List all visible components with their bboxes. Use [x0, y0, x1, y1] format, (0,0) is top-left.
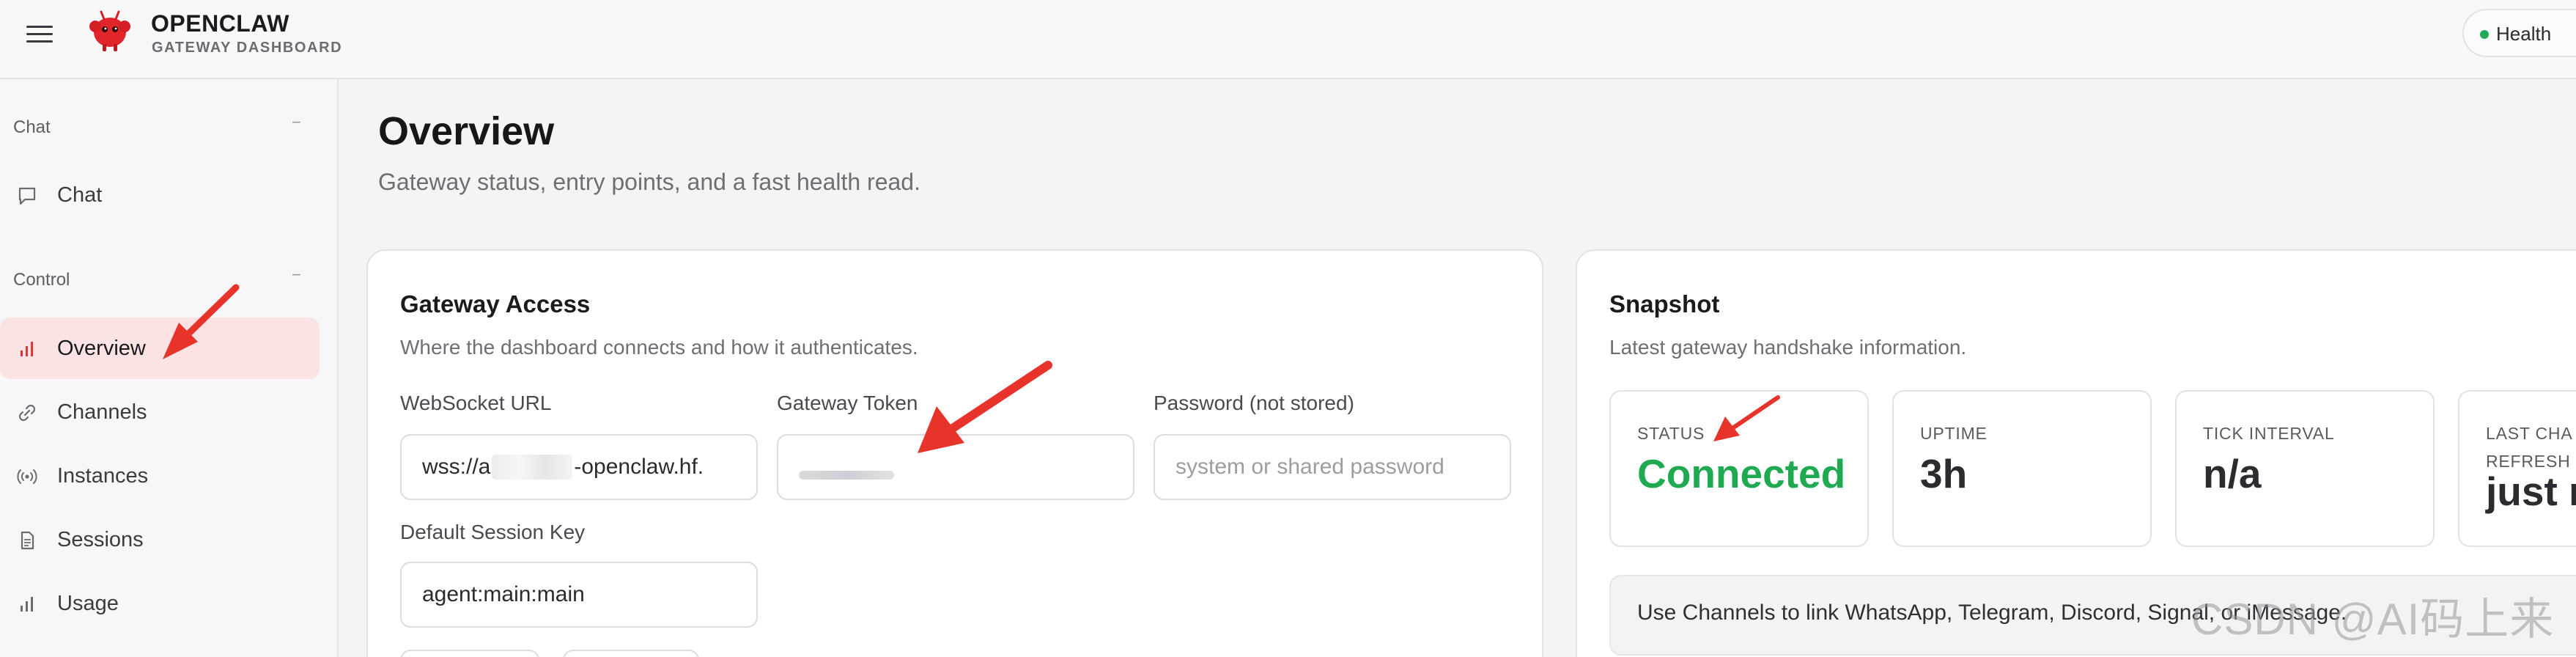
sidebar-item-label: Usage [57, 591, 119, 615]
sidebar-item-sessions[interactable]: Sessions [0, 509, 320, 570]
sidebar-item-chat[interactable]: Chat [0, 164, 320, 226]
stat-last-channels-refresh: LAST CHAREFRESH just n [2458, 390, 2576, 547]
stat-label: TICK INTERVAL [2203, 424, 2335, 443]
password-label: Password (not stored) [1154, 392, 1354, 414]
card-subtitle: Where the dashboard connects and how it … [400, 336, 918, 359]
redacted-token-blur [799, 471, 894, 480]
websocket-url-suffix: -openclaw.hf. [574, 455, 704, 479]
sidebar-item-channels[interactable]: Channels [0, 381, 320, 443]
stat-label: STATUS [1637, 424, 1705, 443]
health-indicator-dot [2480, 30, 2489, 39]
sidebar-item-overview[interactable]: Overview [0, 318, 320, 379]
session-key-value: agent:main:main [422, 582, 585, 606]
sidebar-item-label: Channels [57, 400, 147, 424]
sidebar-item-label: Overview [57, 336, 146, 360]
card-title: Gateway Access [400, 290, 591, 318]
websocket-url-prefix: wss://a [422, 455, 491, 479]
bar-chart-icon [21, 342, 33, 356]
session-key-input[interactable]: agent:main:main [400, 562, 758, 628]
health-label: Health [2496, 23, 2552, 45]
websocket-url-input[interactable]: wss://a -openclaw.hf. [400, 434, 758, 500]
sidebar-item-usage[interactable]: Usage [0, 573, 320, 634]
refresh-button[interactable] [563, 650, 699, 657]
health-status-pill[interactable]: Health [2462, 9, 2576, 57]
sidebar-group-chat: Chat [13, 117, 51, 137]
brand-subtitle: GATEWAY DASHBOARD [152, 40, 343, 56]
link-icon [18, 404, 36, 422]
csdn-watermark: CSDN @AI码上来 [2191, 595, 2555, 644]
menu-icon[interactable] [25, 22, 54, 45]
card-title: Snapshot [1609, 290, 1720, 318]
chat-bubble-icon [18, 187, 36, 205]
sidebar: Chat − Chat Control − Overview Channels [0, 79, 339, 657]
collapse-chat-group-icon[interactable]: − [292, 113, 301, 132]
stat-value: 3h [1920, 451, 1968, 496]
sidebar-item-instances[interactable]: Instances [0, 445, 320, 507]
stat-tick-interval: TICK INTERVAL n/a [2175, 390, 2435, 547]
collapse-control-group-icon[interactable]: − [292, 265, 301, 285]
redacted-blur [492, 455, 573, 480]
password-input[interactable]: system or shared password [1154, 434, 1511, 500]
brand-title: OPENCLAW [151, 10, 289, 37]
password-placeholder: system or shared password [1176, 455, 1444, 479]
sidebar-item-label: Instances [57, 463, 149, 488]
stat-label: LAST CHA REFRESH [2486, 424, 2573, 471]
stat-status: STATUS Connected [1609, 390, 1869, 547]
stat-value: n/a [2203, 451, 2262, 496]
bar-chart-icon [21, 597, 33, 612]
top-header: OPENCLAW GATEWAY DASHBOARD Health [0, 0, 2576, 79]
stat-value: Connected [1637, 451, 1846, 496]
gateway-access-card: Gateway Access Where the dashboard conne… [366, 249, 1543, 657]
card-subtitle: Latest gateway handshake information. [1609, 336, 1967, 359]
stat-label: UPTIME [1920, 424, 1988, 443]
document-icon [21, 531, 34, 550]
websocket-url-label: WebSocket URL [400, 392, 552, 414]
page-subtitle: Gateway status, entry points, and a fast… [378, 169, 920, 195]
sidebar-item-label: Chat [57, 183, 103, 207]
gateway-token-label: Gateway Token [777, 392, 918, 414]
connect-button[interactable] [400, 650, 539, 657]
gateway-token-input[interactable] [777, 434, 1134, 500]
sidebar-group-control: Control [13, 270, 70, 290]
sidebar-item-label: Sessions [57, 527, 144, 551]
openclaw-logo [89, 10, 130, 51]
session-key-label: Default Session Key [400, 521, 586, 543]
broadcast-icon [17, 469, 37, 484]
stat-value: just n [2486, 469, 2576, 514]
page-title: Overview [378, 109, 555, 153]
stat-uptime: UPTIME 3h [1892, 390, 2152, 547]
